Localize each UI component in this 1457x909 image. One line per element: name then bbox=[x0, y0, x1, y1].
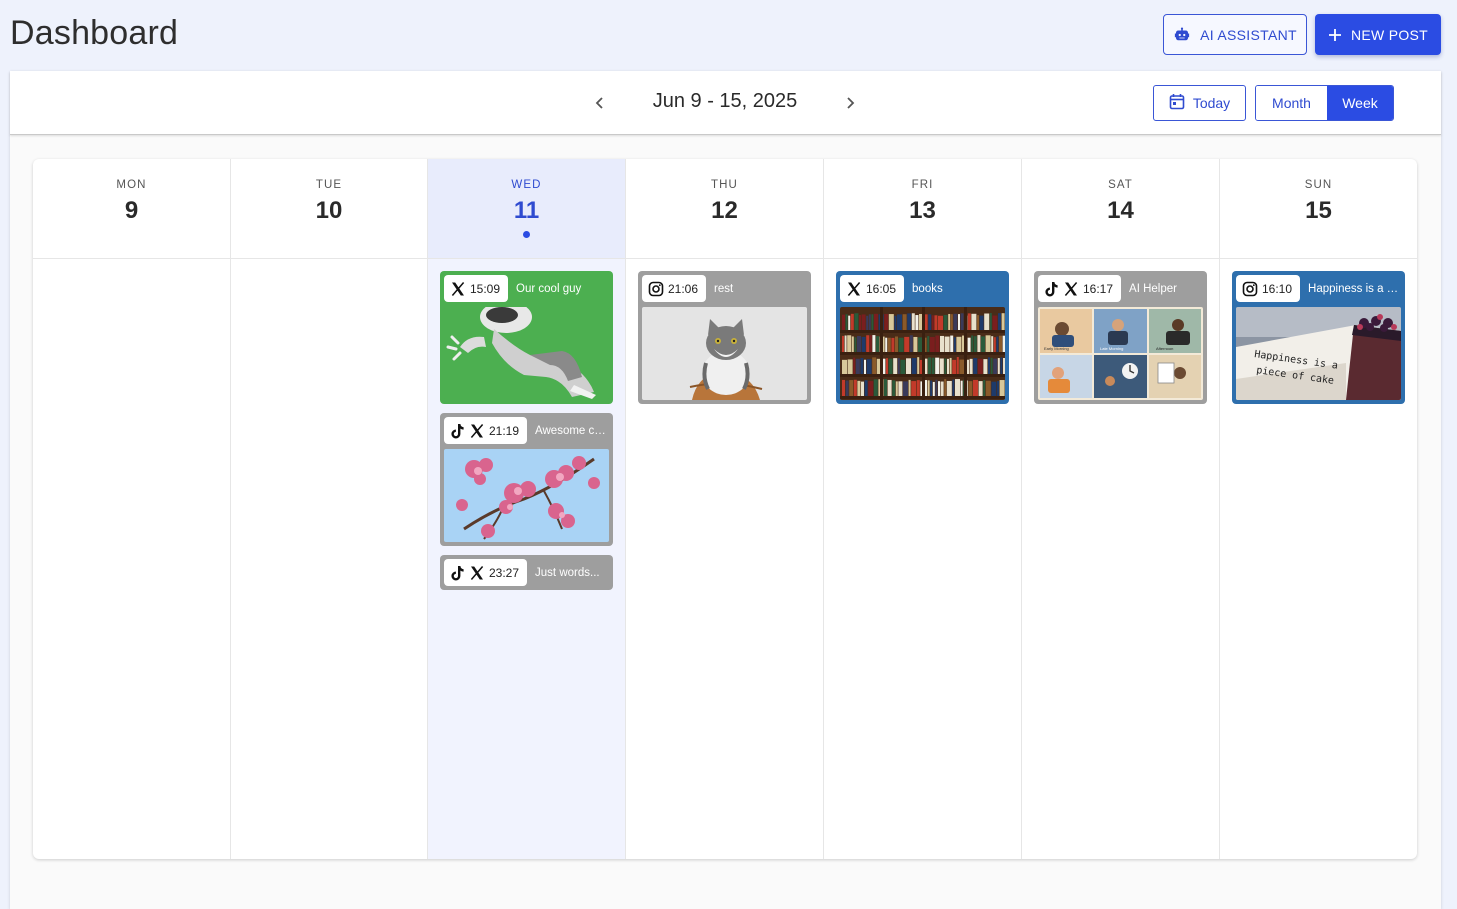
x-icon bbox=[450, 281, 466, 297]
post-time: 21:06 bbox=[668, 281, 699, 296]
post-time: 16:05 bbox=[866, 281, 897, 296]
post-image-robot bbox=[444, 307, 609, 400]
post-chip: 16:10 bbox=[1236, 275, 1301, 302]
day-number: 11 bbox=[513, 197, 540, 224]
day-number: 14 bbox=[1107, 197, 1134, 224]
day-header: SUN 15 bbox=[1220, 159, 1417, 259]
x-icon bbox=[846, 281, 862, 297]
post-chip: 15:09 bbox=[444, 275, 509, 302]
post-title: Just words... bbox=[535, 566, 600, 579]
post-title: Happiness is a p... bbox=[1308, 282, 1401, 295]
view-toggle: Month Week bbox=[1255, 85, 1394, 121]
day-column-thu[interactable]: THU 12 21:06 rest bbox=[625, 159, 823, 859]
day-column-tue[interactable]: TUE 10 bbox=[230, 159, 427, 859]
chevron-left-icon[interactable] bbox=[589, 92, 611, 114]
day-column-sat[interactable]: SAT 14 16:17 AI Helper Early Morning Lat… bbox=[1021, 159, 1219, 859]
day-name: WED bbox=[511, 179, 542, 191]
day-column-fri[interactable]: FRI 13 16:05 books bbox=[823, 159, 1021, 859]
day-header: TUE 10 bbox=[231, 159, 427, 259]
post-image-cherry-blossoms bbox=[444, 449, 609, 542]
post-time: 23:27 bbox=[489, 565, 520, 580]
post-chip: 16:05 bbox=[840, 275, 905, 302]
post-card[interactable]: 16:17 AI Helper Early Morning Late Morni… bbox=[1034, 271, 1207, 404]
x-icon bbox=[469, 423, 485, 439]
day-column-sun[interactable]: SUN 15 16:10 Happiness is a p... Happine… bbox=[1219, 159, 1417, 859]
post-card[interactable]: 16:05 books bbox=[836, 271, 1009, 404]
day-number: 9 bbox=[124, 197, 139, 224]
day-name: THU bbox=[711, 179, 738, 191]
page-title: Dashboard bbox=[10, 14, 179, 52]
day-column-wed[interactable]: WED 11 15:09 Our cool guy 21:19 Awesome … bbox=[427, 159, 625, 859]
day-name: FRI bbox=[911, 179, 934, 191]
calendar-toolbar: Jun 9 - 15, 2025 Today Month Week bbox=[10, 71, 1441, 135]
post-image-cat bbox=[642, 307, 807, 400]
post-card[interactable]: 15:09 Our cool guy bbox=[440, 271, 613, 404]
day-number: 12 bbox=[711, 197, 738, 224]
panel-label: Late Morning bbox=[1100, 346, 1123, 351]
post-chip: 23:27 bbox=[444, 559, 528, 586]
day-name: MON bbox=[116, 179, 147, 191]
day-header: THU 12 bbox=[626, 159, 823, 259]
post-title: rest bbox=[714, 282, 734, 295]
post-title: Awesome co... bbox=[535, 424, 609, 437]
today-indicator bbox=[523, 231, 530, 238]
day-column-mon[interactable]: MON 9 bbox=[33, 159, 230, 859]
post-image-bookshelf bbox=[840, 307, 1005, 400]
x-icon bbox=[1063, 281, 1079, 297]
view-month-button[interactable]: Month bbox=[1256, 86, 1327, 120]
calendar-card: Jun 9 - 15, 2025 Today Month Week MON 9 … bbox=[10, 71, 1441, 909]
new-post-label: NEW POST bbox=[1350, 26, 1429, 43]
post-time: 15:09 bbox=[470, 281, 501, 296]
x-icon bbox=[469, 565, 485, 581]
post-title: Our cool guy bbox=[516, 282, 582, 295]
new-post-button[interactable]: NEW POST bbox=[1315, 14, 1441, 55]
chevron-right-icon[interactable] bbox=[839, 92, 861, 114]
ai-assistant-label: AI ASSISTANT bbox=[1200, 26, 1297, 43]
view-week-button[interactable]: Week bbox=[1327, 86, 1393, 120]
post-card[interactable]: 23:27 Just words... bbox=[440, 555, 613, 590]
plus-icon bbox=[1328, 28, 1342, 42]
post-title: books bbox=[912, 282, 943, 295]
calendar-icon bbox=[1169, 93, 1185, 113]
day-number: 13 bbox=[909, 197, 936, 224]
day-header: FRI 13 bbox=[824, 159, 1021, 259]
tiktok-icon bbox=[450, 423, 465, 439]
day-header: SAT 14 bbox=[1022, 159, 1219, 259]
instagram-icon bbox=[1242, 281, 1258, 297]
instagram-icon bbox=[648, 281, 664, 297]
post-chip: 21:06 bbox=[642, 275, 707, 302]
post-image-cake: Happiness is a piece of cake bbox=[1236, 307, 1401, 400]
post-time: 21:19 bbox=[489, 423, 520, 438]
day-name: SUN bbox=[1304, 179, 1333, 191]
post-time: 16:10 bbox=[1262, 281, 1293, 296]
day-number: 10 bbox=[315, 197, 343, 224]
tiktok-icon bbox=[450, 565, 465, 581]
day-header: MON 9 bbox=[33, 159, 230, 259]
day-number: 15 bbox=[1305, 197, 1332, 224]
day-name: TUE bbox=[315, 179, 343, 191]
panel-label: Afternoon bbox=[1156, 346, 1173, 351]
post-card[interactable]: 16:10 Happiness is a p... Happiness is a… bbox=[1232, 271, 1405, 404]
today-button[interactable]: Today bbox=[1153, 85, 1246, 121]
tiktok-icon bbox=[1044, 281, 1059, 297]
post-time: 16:17 bbox=[1083, 281, 1114, 296]
week-calendar: MON 9 TUE 10 WED 11 15:09 Our cool guy 2… bbox=[33, 159, 1417, 859]
post-title: AI Helper bbox=[1129, 282, 1177, 295]
panel-label: Early Morning bbox=[1044, 346, 1069, 351]
post-image-comic-panels: Early Morning Late Morning Afternoon bbox=[1038, 307, 1203, 400]
post-card[interactable]: 21:06 rest bbox=[638, 271, 811, 404]
day-header: WED 11 bbox=[428, 159, 625, 259]
ai-assistant-button[interactable]: AI ASSISTANT bbox=[1163, 14, 1307, 55]
day-name: SAT bbox=[1108, 179, 1133, 191]
robot-icon bbox=[1173, 26, 1191, 44]
post-chip: 21:19 bbox=[444, 417, 528, 444]
today-label: Today bbox=[1192, 95, 1231, 111]
date-range-label: Jun 9 - 15, 2025 bbox=[652, 90, 798, 112]
post-card[interactable]: 21:19 Awesome co... bbox=[440, 413, 613, 546]
post-chip: 16:17 bbox=[1038, 275, 1122, 302]
